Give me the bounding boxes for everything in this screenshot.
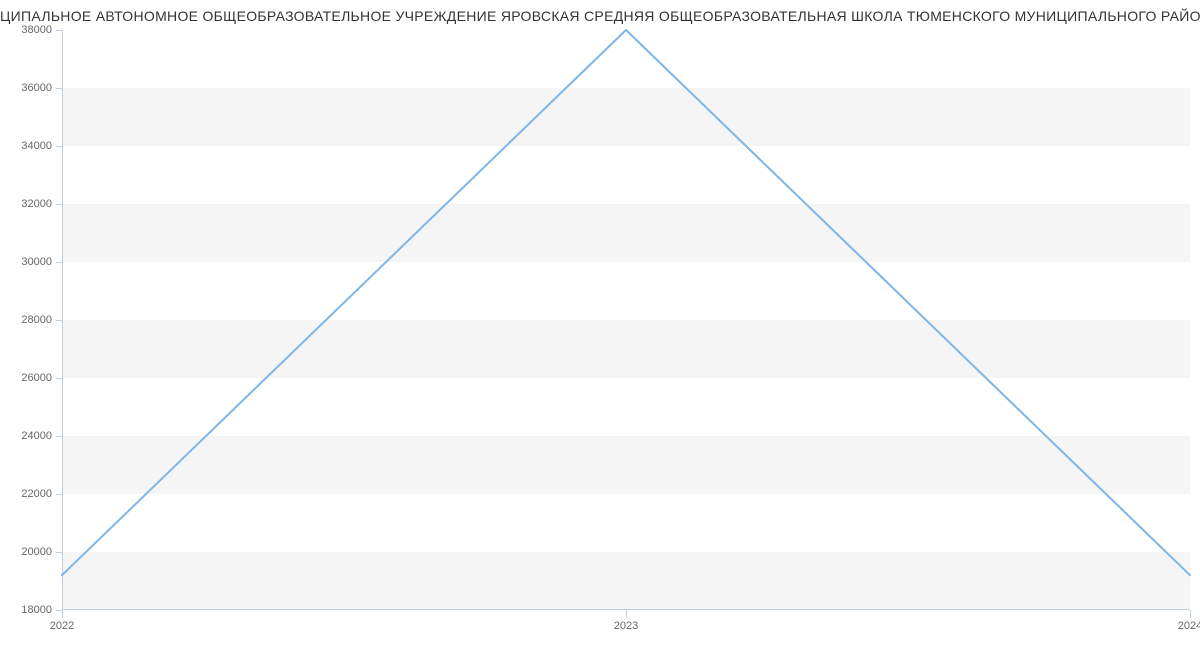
y-tick-label: 22000	[21, 488, 52, 500]
y-tick-label: 18000	[21, 604, 52, 616]
x-tick-label: 2022	[50, 620, 74, 632]
x-tick-label: 2024	[1178, 620, 1200, 632]
chart-title: ЦИПАЛЬНОЕ АВТОНОМНОЕ ОБЩЕОБРАЗОВАТЕЛЬНОЕ…	[0, 8, 1200, 24]
chart-line-svg	[62, 30, 1190, 610]
plot-area: 1800020000220002400026000280003000032000…	[62, 30, 1190, 610]
y-tick-label: 20000	[21, 546, 52, 558]
x-tick	[1190, 610, 1191, 618]
y-tick-label: 30000	[21, 256, 52, 268]
y-tick-label: 36000	[21, 82, 52, 94]
x-tick	[626, 610, 627, 618]
data-line	[62, 30, 1190, 575]
y-tick-label: 34000	[21, 140, 52, 152]
y-tick-label: 32000	[21, 198, 52, 210]
x-tick	[62, 610, 63, 618]
y-tick-label: 28000	[21, 314, 52, 326]
y-tick-label: 24000	[21, 430, 52, 442]
x-tick-label: 2023	[614, 620, 638, 632]
y-tick-label: 38000	[21, 24, 52, 36]
y-tick-label: 26000	[21, 372, 52, 384]
chart-container: ЦИПАЛЬНОЕ АВТОНОМНОЕ ОБЩЕОБРАЗОВАТЕЛЬНОЕ…	[0, 0, 1200, 650]
